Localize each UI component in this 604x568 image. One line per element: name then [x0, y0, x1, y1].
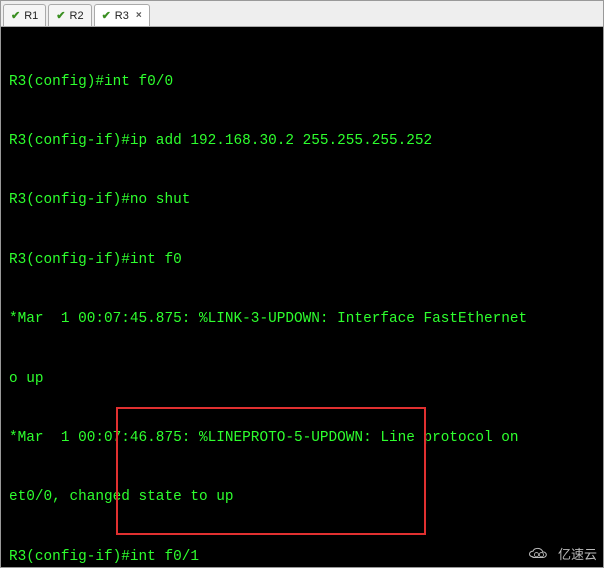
terminal-line: o up — [9, 370, 597, 390]
tab-bar: ✔ R1 ✔ R2 ✔ R3 × — [1, 1, 603, 27]
terminal-line: *Mar 1 00:07:46.875: %LINEPROTO-5-UPDOWN… — [9, 429, 597, 449]
close-icon[interactable]: × — [136, 10, 142, 21]
terminal-line: R3(config)#int f0/0 — [9, 73, 597, 93]
tab-r2[interactable]: ✔ R2 — [48, 4, 91, 26]
tab-label: R1 — [24, 10, 38, 22]
check-icon: ✔ — [102, 9, 111, 22]
terminal-line: R3(config-if)#no shut — [9, 191, 597, 211]
tab-r3[interactable]: ✔ R3 × — [94, 4, 150, 26]
terminal-output[interactable]: R3(config)#int f0/0 R3(config-if)#ip add… — [1, 27, 603, 567]
terminal-line: R3(config-if)#ip add 192.168.30.2 255.25… — [9, 132, 597, 152]
terminal-line: R3(config-if)#int f0/1 — [9, 548, 597, 567]
tab-label: R3 — [115, 10, 129, 22]
terminal-line: *Mar 1 00:07:45.875: %LINK-3-UPDOWN: Int… — [9, 310, 597, 330]
app-window: ✔ R1 ✔ R2 ✔ R3 × R3(config)#int f0/0 R3(… — [0, 0, 604, 568]
check-icon: ✔ — [56, 9, 65, 22]
tab-label: R2 — [70, 10, 84, 22]
tab-r1[interactable]: ✔ R1 — [3, 4, 46, 26]
check-icon: ✔ — [11, 9, 20, 22]
terminal-line: R3(config-if)#int f0 — [9, 251, 597, 271]
terminal-line: et0/0, changed state to up — [9, 488, 597, 508]
